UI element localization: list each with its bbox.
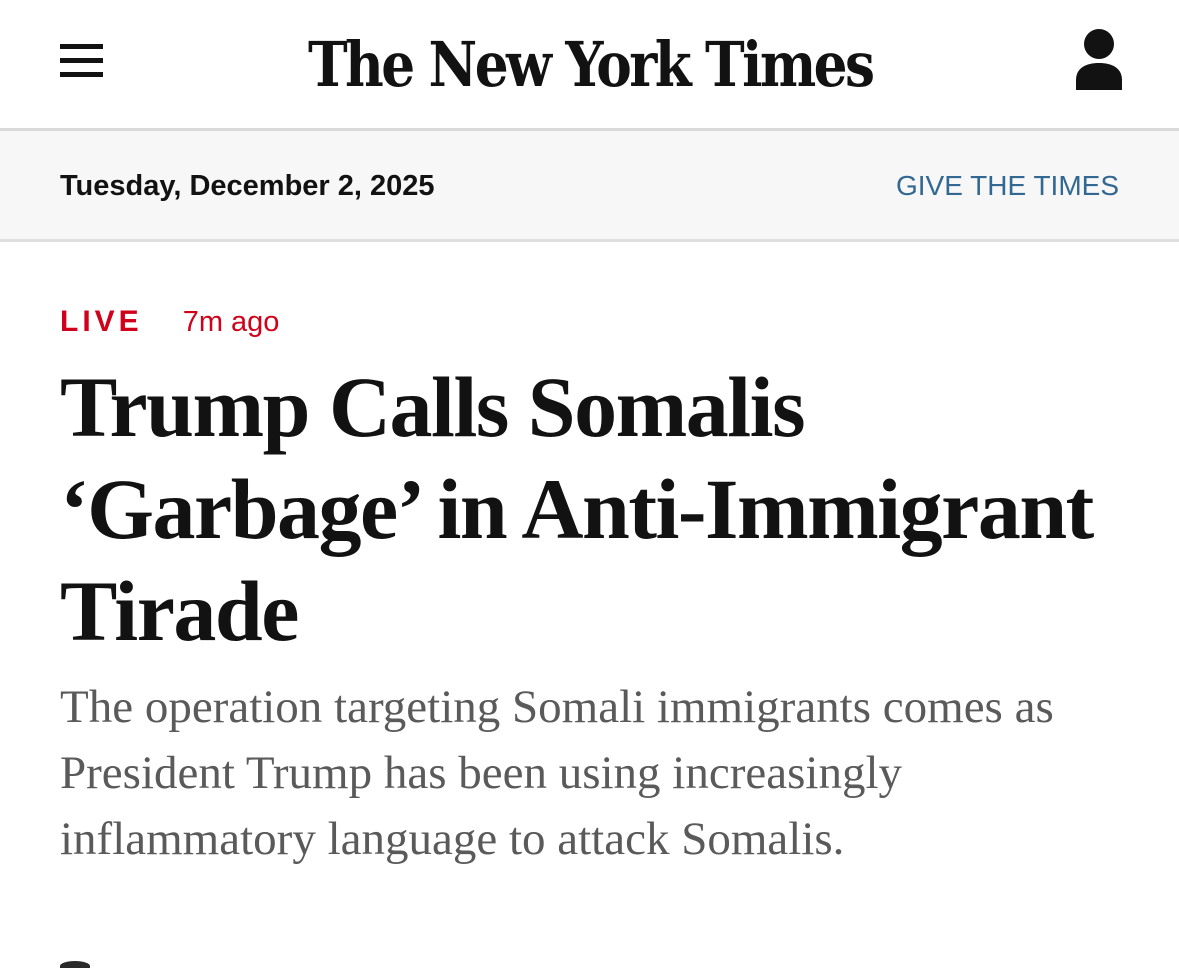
- article-headline[interactable]: Trump Calls Somalis ‘Garbage’ in Anti-Im…: [60, 356, 1140, 662]
- person-icon: [1076, 29, 1122, 90]
- live-status-row: LIVE 7m ago: [60, 302, 279, 342]
- give-the-times-link[interactable]: GIVE THE TIMES: [896, 168, 1119, 204]
- live-badge: LIVE: [60, 305, 143, 338]
- menu-icon-bar: [60, 44, 103, 49]
- cut-off-content: [60, 958, 360, 968]
- account-icon[interactable]: [1072, 28, 1126, 92]
- menu-icon[interactable]: [60, 44, 103, 77]
- menu-icon-bar: [60, 72, 103, 77]
- masthead-text: The New York Times: [307, 27, 875, 101]
- top-navigation-bar: The New York Times: [0, 0, 1179, 131]
- cut-off-glyph: [60, 961, 90, 968]
- nyt-logo[interactable]: The New York Times: [300, 16, 880, 112]
- current-date: Tuesday, December 2, 2025: [60, 170, 435, 202]
- article-summary: The operation targeting Somali immigrant…: [60, 681, 1054, 865]
- menu-icon-bar: [60, 58, 103, 63]
- update-timestamp: 7m ago: [182, 305, 280, 338]
